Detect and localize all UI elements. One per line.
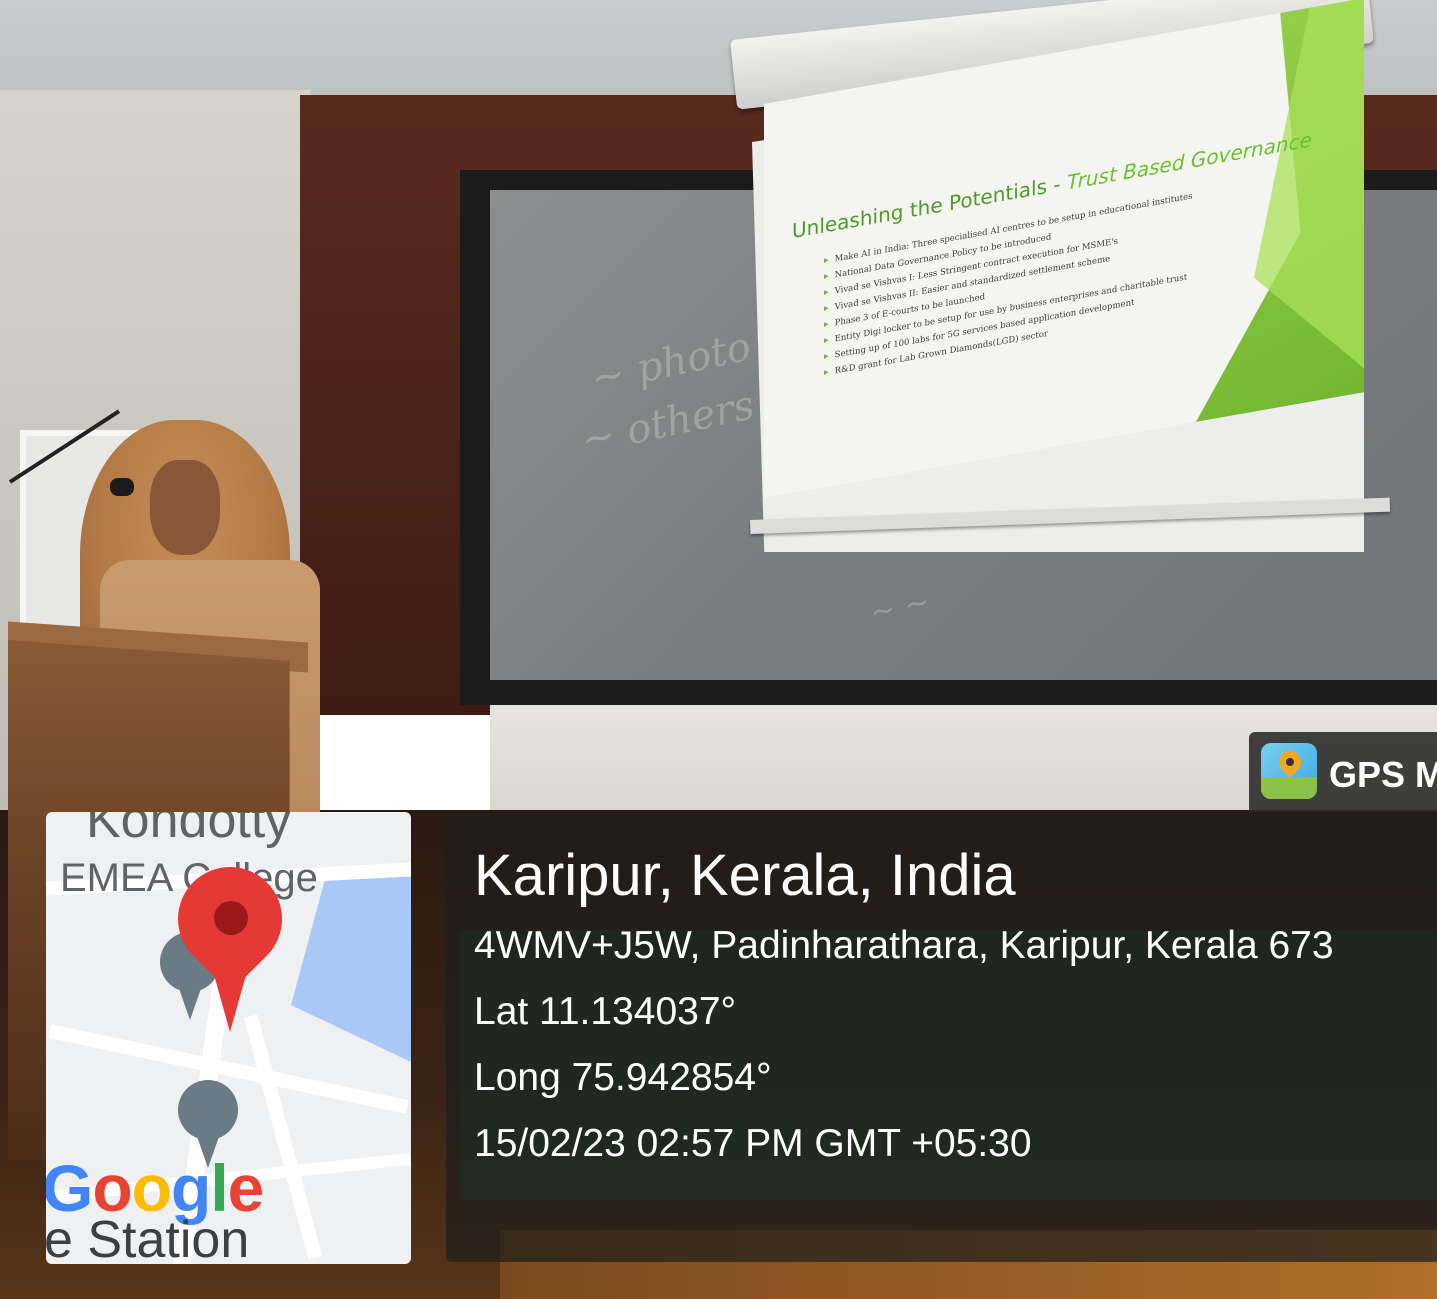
location-datetime: 15/02/23 02:57 PM GMT +05:30 (474, 1122, 1032, 1165)
location-latitude: Lat 11.134037° (474, 990, 737, 1033)
gps-app-label: GPS M (1329, 754, 1437, 795)
microphone-icon (110, 478, 134, 496)
location-info-panel: Karipur, Kerala, India 4WMV+J5W, Padinha… (446, 812, 1437, 1262)
map-label-station: e Station (46, 1211, 250, 1264)
map-camera-icon (1261, 743, 1317, 799)
gps-app-tag: GPS M (1249, 732, 1437, 812)
chalk-scribble: ~ ~ (867, 584, 933, 631)
location-address: 4WMV+J5W, Padinharathara, Karipur, Keral… (474, 924, 1334, 967)
photo-scene: ~ photo ~ others ~ ~ Unleashing the Pote… (0, 0, 1437, 1299)
location-longitude: Long 75.942854° (474, 1056, 772, 1099)
speaker-face (150, 460, 220, 555)
map-label-town: Kondotty (86, 812, 292, 849)
location-pin-dot (214, 901, 248, 935)
mini-map: Kondotty EMEA College Google e Station (46, 812, 411, 1264)
location-title: Karipur, Kerala, India (474, 843, 1016, 908)
atm-icon-tail (176, 980, 204, 1020)
